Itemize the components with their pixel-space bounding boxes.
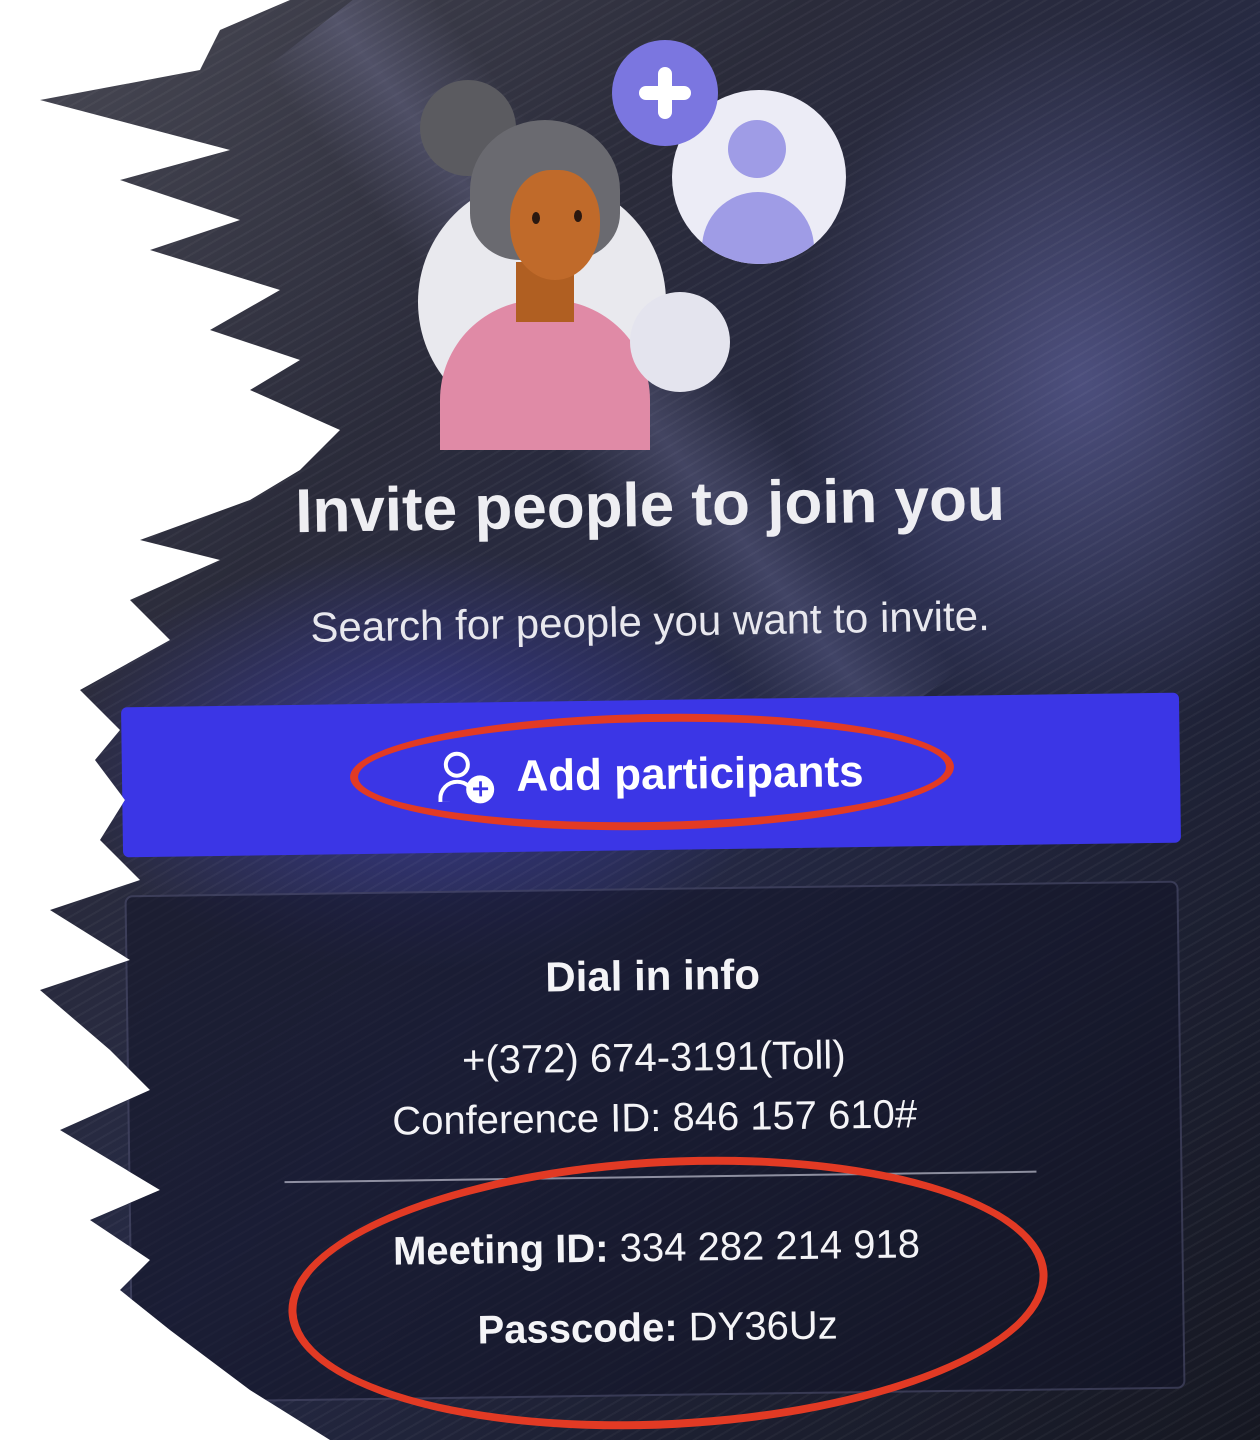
passcode-value: DY36Uz [688,1303,838,1350]
add-person-icon-head [444,751,471,778]
user-avatar-body [702,192,814,264]
person-face [510,170,600,280]
conference-id-label: Conference ID: [391,1095,662,1144]
page-subtitle: Search for people you want to invite. [309,592,991,651]
passcode-label: Passcode: [477,1305,678,1353]
teams-invite-screen: Invite people to join you Search for peo… [40,0,1260,1440]
add-participants-button[interactable]: + Add participants [121,692,1181,858]
plus-icon [612,40,718,146]
divider [284,1170,1037,1184]
conference-id-value: 846 157 610# [672,1092,918,1140]
placeholder-circle [630,292,730,392]
add-participants-label: Add participants [516,747,864,801]
person-eye [574,210,582,222]
dial-in-phone[interactable]: +(372) 674-3191(Toll) [129,1029,1180,1089]
user-avatar-head [728,120,786,178]
add-person-icon: + [438,749,495,806]
add-person-icon-plus: + [466,774,495,804]
person-eye [532,212,540,224]
meeting-id-label: Meeting ID: [392,1226,609,1274]
meeting-id-value: 334 282 214 918 [619,1222,921,1271]
page-title: Invite people to join you [294,464,1006,547]
plus-icon-vertical [658,67,672,119]
dial-in-card: Dial in info +(372) 674-3191(Toll) Confe… [124,880,1186,1404]
dial-in-heading: Dial in info [545,950,761,1001]
conference-id-row: Conference ID: 846 157 610# [129,1089,1180,1149]
passcode-row: Passcode: DY36Uz [132,1299,1183,1359]
meeting-id-row: Meeting ID: 334 282 214 918 [131,1219,1182,1279]
invite-illustration [40,0,1260,460]
